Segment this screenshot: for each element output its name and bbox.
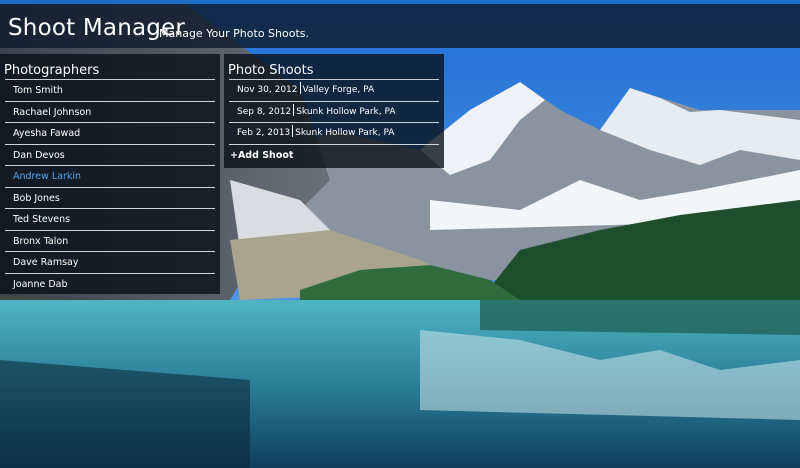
photographers-header: Photographers bbox=[4, 63, 100, 78]
photographer-item[interactable]: Bob Jones bbox=[5, 188, 215, 209]
photographer-list: Tom Smith Rachael Johnson Ayesha Fawad Dan … bbox=[0, 80, 220, 295]
photographer-item[interactable]: Tom Smith bbox=[5, 80, 215, 102]
photographer-item[interactable]: Andrew Larkin bbox=[5, 166, 215, 188]
photographer-item[interactable]: Dave Ramsay bbox=[5, 252, 215, 274]
shoot-list: Nov 30, 2012 Valley Forge, PA Sep 8, 2012 S… bbox=[224, 80, 444, 145]
separator bbox=[292, 125, 294, 137]
photographer-item[interactable]: Ayesha Fawad bbox=[5, 123, 215, 145]
shoot-location: Skunk Hollow Park, PA bbox=[295, 128, 395, 138]
photographer-item[interactable]: Joanne Dab bbox=[5, 274, 215, 296]
shoot-row[interactable]: Nov 30, 2012 Valley Forge, PA bbox=[229, 80, 439, 102]
photographer-item[interactable]: Dan Devos bbox=[5, 145, 215, 166]
shoot-row[interactable]: Feb 2, 2013 Skunk Hollow Park, PA bbox=[229, 123, 439, 145]
add-shoot-button[interactable]: +Add Shoot bbox=[229, 145, 439, 166]
photographer-item[interactable]: Bronx Talon bbox=[5, 231, 215, 252]
photographers-panel: Photographers Tom Smith Rachael Johnson Ay… bbox=[0, 54, 220, 294]
app-subtitle: Manage Your Photo Shoots. bbox=[159, 27, 309, 40]
shoot-date: Sep 8, 2012 bbox=[237, 106, 292, 117]
top-header-bar: Shoot Manager Manage Your Photo Shoots. bbox=[0, 0, 800, 48]
separator bbox=[293, 103, 295, 116]
shoot-row[interactable]: Sep 8, 2012 Skunk Hollow Park, PA bbox=[229, 102, 439, 123]
photographer-item[interactable]: Rachael Johnson bbox=[5, 102, 215, 123]
shoot-date: Feb 2, 2013 bbox=[237, 128, 291, 138]
separator bbox=[299, 82, 301, 94]
shoot-date: Nov 30, 2012 bbox=[237, 85, 298, 95]
shoot-location: Skunk Hollow Park, PA bbox=[296, 106, 396, 117]
photo-shoots-header: Photo Shoots bbox=[228, 63, 314, 78]
shoot-location: Valley Forge, PA bbox=[302, 85, 375, 95]
photo-shoots-panel: Photo Shoots Nov 30, 2012 Valley Forge, P… bbox=[224, 54, 444, 168]
photographer-item[interactable]: Ted Stevens bbox=[5, 209, 215, 231]
